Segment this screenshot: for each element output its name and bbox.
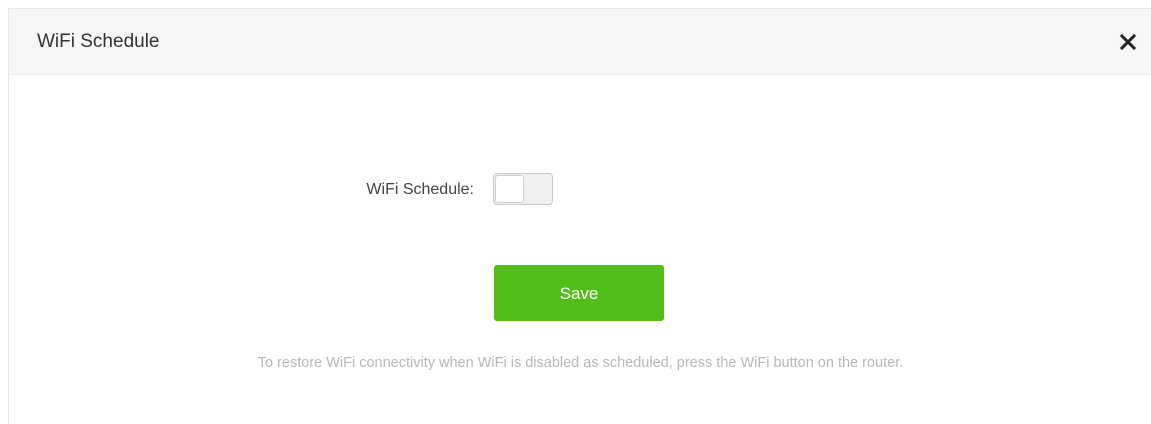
save-button[interactable]: Save (494, 265, 664, 321)
wifi-schedule-toggle[interactable] (493, 173, 553, 205)
wifi-schedule-dialog: WiFi Schedule WiFi Schedule: Save To res… (8, 8, 1151, 424)
dialog-header: WiFi Schedule (9, 9, 1151, 75)
close-icon (1119, 33, 1137, 51)
wifi-schedule-row: WiFi Schedule: (9, 173, 1151, 207)
close-button[interactable] (1119, 33, 1137, 51)
wifi-schedule-label: WiFi Schedule: (366, 181, 474, 198)
toggle-knob (495, 175, 524, 203)
dialog-title: WiFi Schedule (37, 31, 160, 52)
restore-wifi-note: To restore WiFi connectivity when WiFi i… (257, 355, 904, 371)
